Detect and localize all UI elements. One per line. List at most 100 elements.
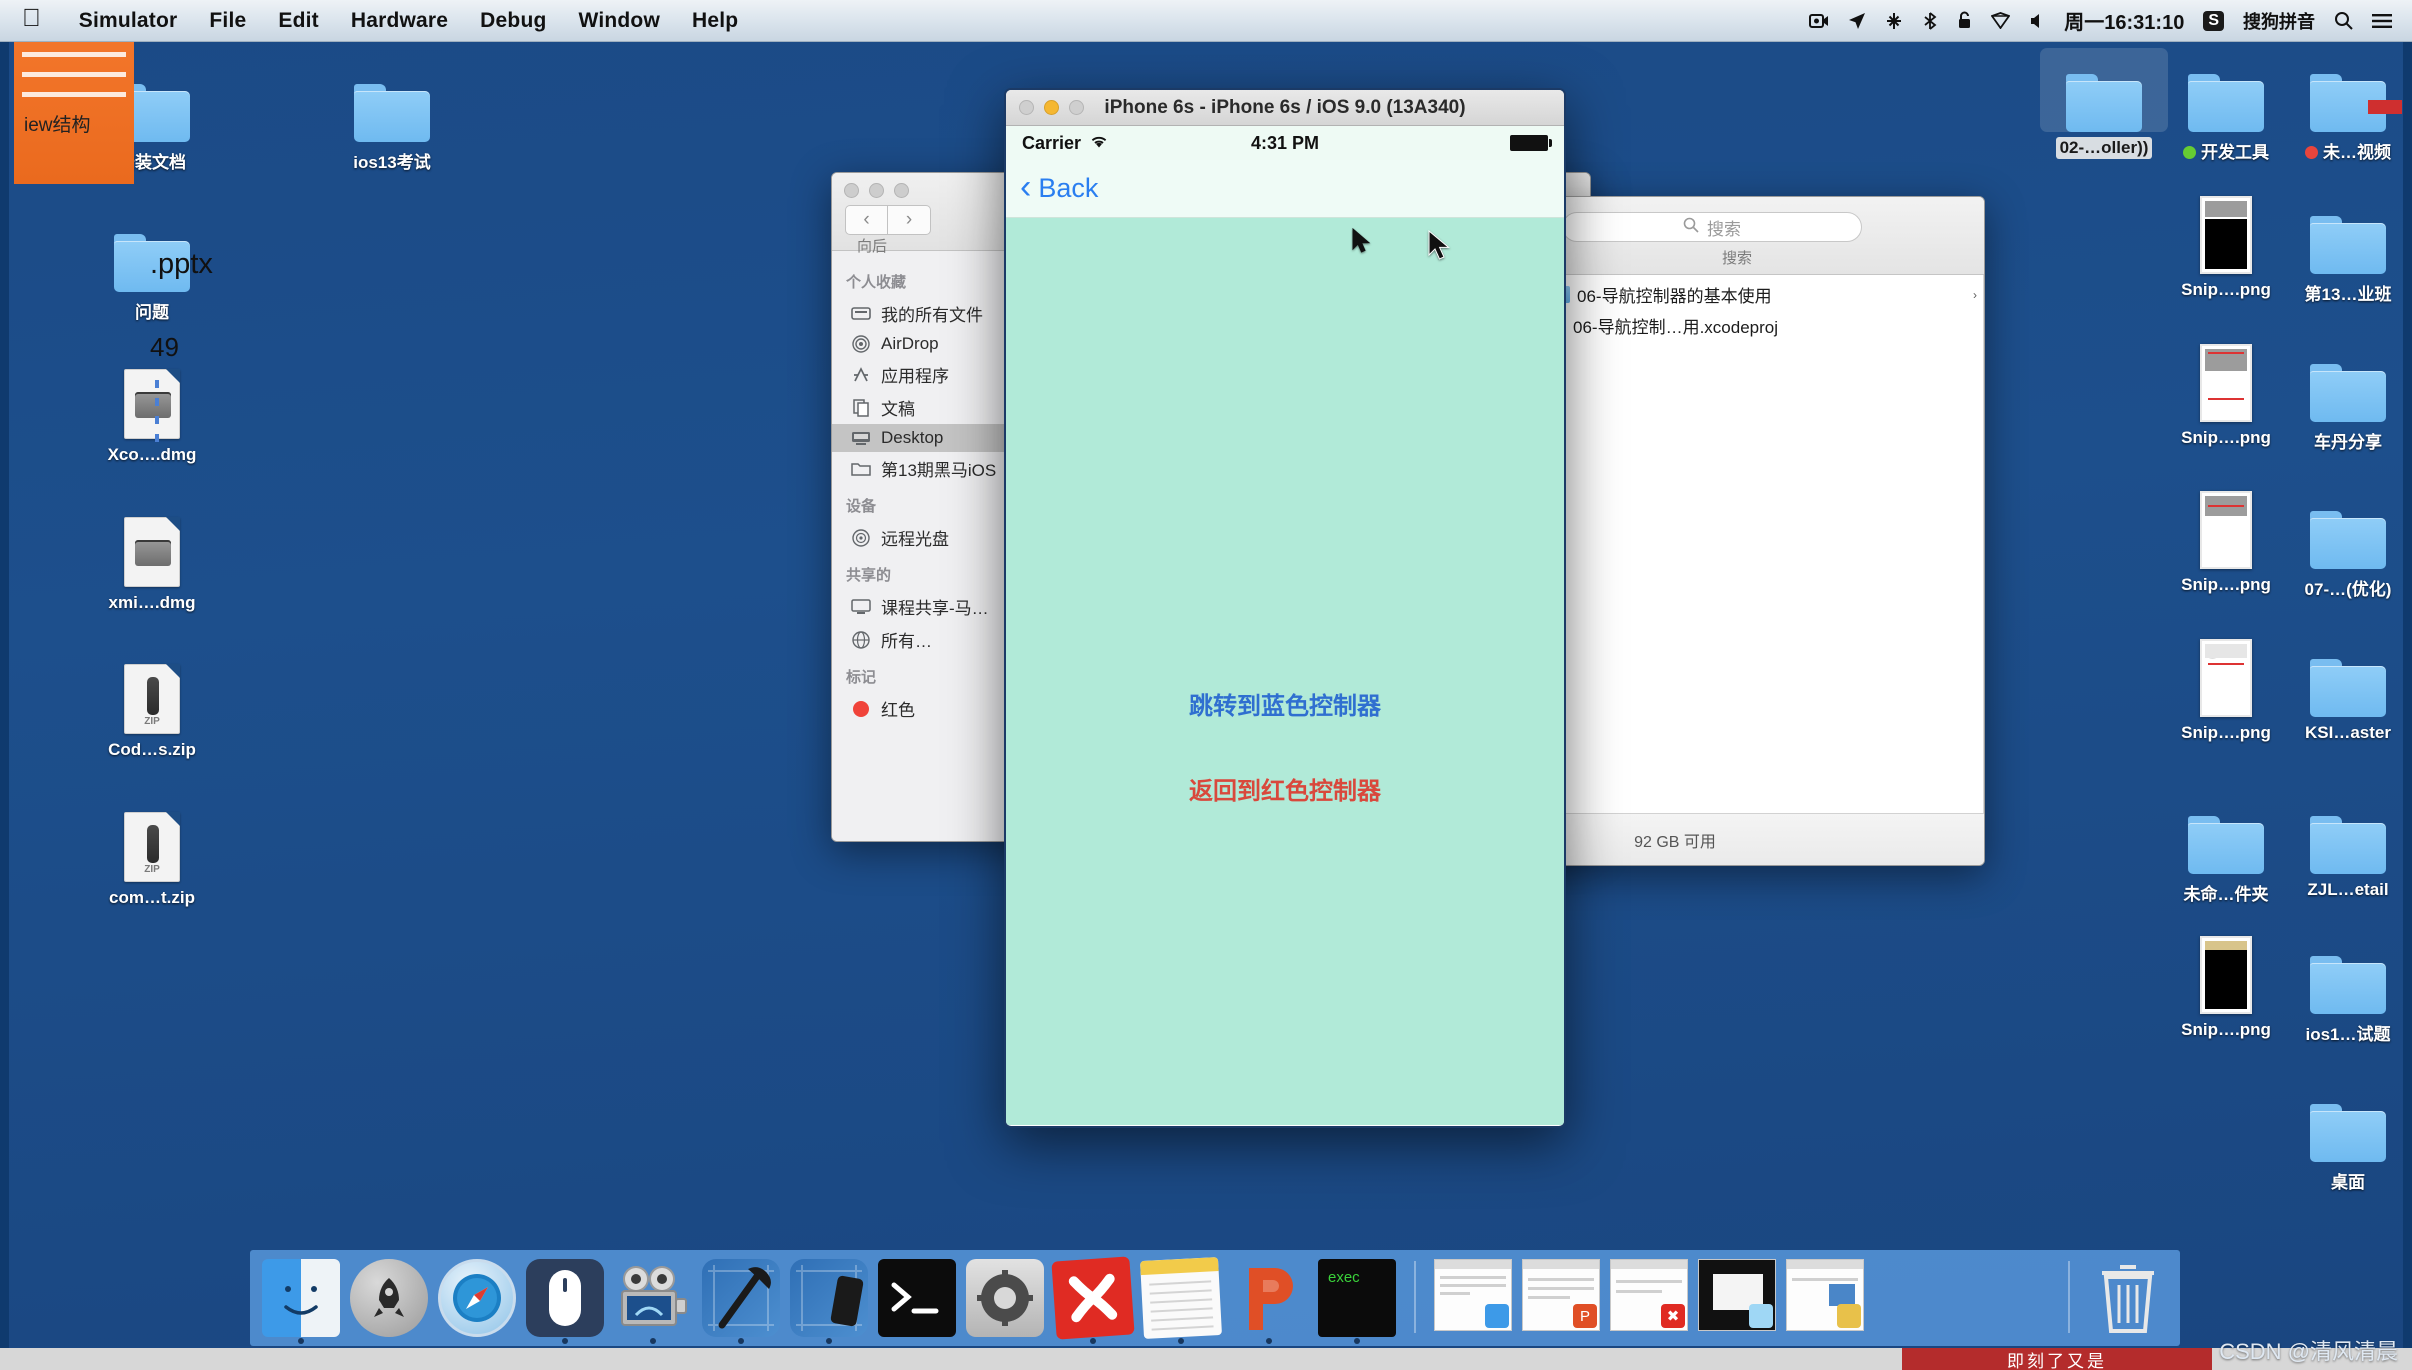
desktop-icon-screenshot[interactable]: Snip….png <box>2162 338 2290 454</box>
dock-item-trash[interactable] <box>2088 1257 2168 1337</box>
dock-item-terminal[interactable] <box>878 1259 956 1337</box>
folder-icon <box>328 58 456 142</box>
ios-app-screen[interactable]: 跳转到蓝色控制器 返回到红色控制器 <box>1006 218 1564 1125</box>
desktop-icon-folder[interactable]: 第13…业班 <box>2284 190 2412 311</box>
return-to-red-controller-button[interactable]: 返回到红色控制器 <box>1006 771 1564 806</box>
sidebar-item-label: AirDrop <box>881 334 939 353</box>
terminal-icon <box>878 1259 956 1337</box>
dropbox-icon[interactable] <box>1991 12 2011 29</box>
dock-minimized-finder[interactable] <box>1434 1259 1512 1337</box>
forward-button[interactable]: › <box>888 205 931 235</box>
jump-to-blue-controller-button[interactable]: 跳转到蓝色控制器 <box>1006 686 1564 721</box>
menu-item-simulator[interactable]: Simulator <box>63 9 194 33</box>
menu-item-hardware[interactable]: Hardware <box>335 9 464 33</box>
bluetooth-sync-icon[interactable] <box>1922 11 1938 30</box>
zoom-button[interactable] <box>894 183 909 198</box>
network-icon <box>850 630 872 649</box>
sidebar-section-favorites: 个人收藏 <box>846 274 907 291</box>
finder-column-right[interactable]: 06-导航控制器的基本使用 › 06-导航控制…用.xcodeproj <box>1538 275 1984 813</box>
red-banner-strip: 即刻了又是 <box>1902 1348 2212 1370</box>
ios-status-bar: Carrier 4:31 PM <box>1006 126 1564 160</box>
desktop-icon-folder[interactable]: 车丹分享 <box>2284 338 2412 459</box>
screen-record-icon[interactable] <box>1809 13 1829 29</box>
desktop-icon-folder[interactable]: ios1…试题 <box>2284 930 2412 1051</box>
desktop-icon-folder[interactable]: ZJL…etail <box>2284 790 2412 906</box>
simulator-window[interactable]: iPhone 6s - iPhone 6s / iOS 9.0 (13A340)… <box>1004 88 1566 1128</box>
dock-minimized-powerpoint[interactable]: P <box>1522 1259 1600 1337</box>
desktop-icon-screenshot[interactable]: Snip….png <box>2162 930 2290 1046</box>
desktop-icon-dmg[interactable]: Xco….dmg <box>88 355 216 471</box>
dock-item-simulator[interactable] <box>790 1259 868 1344</box>
minimize-button[interactable] <box>869 183 884 198</box>
dock-item-powerpoint[interactable] <box>1230 1259 1308 1344</box>
menu-item-help[interactable]: Help <box>676 9 754 33</box>
dock-item-mouse-app[interactable] <box>526 1259 604 1344</box>
zip-file-icon: ZIP <box>88 650 216 734</box>
desktop-icon-folder[interactable]: 未命…件夹 <box>2162 790 2290 911</box>
dock-item-safari[interactable] <box>438 1259 516 1337</box>
desktop-icon-folder-selected[interactable]: 02-…oller)) <box>2040 48 2168 164</box>
apple-icon[interactable]:  <box>22 6 41 31</box>
column-row-folder[interactable]: 06-导航控制器的基本使用 › <box>1538 279 1983 310</box>
lock-icon[interactable] <box>1957 11 1972 30</box>
dock-item-launchpad[interactable] <box>350 1259 428 1337</box>
dock-item-xmind[interactable] <box>1051 1256 1135 1344</box>
sidebar-item-course-folder[interactable]: 第13期黑马iOS <box>832 452 1017 485</box>
desktop-icon-dmg[interactable]: xmi….dmg <box>88 503 216 619</box>
sogou-ime-label[interactable]: 搜狗拼音 <box>2243 8 2315 34</box>
sidebar-item-desktop[interactable]: Desktop <box>832 424 1017 452</box>
desktop-icon-zip[interactable]: ZIP Cod…s.zip <box>88 650 216 766</box>
sidebar-item-all-my-files[interactable]: 我的所有文件 <box>832 297 1017 330</box>
desktop-icon-label: com…t.zip <box>109 888 195 907</box>
desktop-icon-screenshot[interactable]: Snip….png <box>2162 633 2290 749</box>
menu-item-file[interactable]: File <box>193 9 262 33</box>
dock-item-quicktime[interactable] <box>614 1259 692 1344</box>
dock-item-iterm[interactable]: exec <box>1318 1259 1396 1344</box>
airplay-icon[interactable] <box>1885 12 1903 30</box>
dock-item-finder[interactable] <box>262 1259 340 1344</box>
desktop-icon-folder[interactable]: ios13考试 <box>328 58 456 179</box>
menu-bar-clock[interactable]: 周一16:31:10 <box>2064 6 2184 35</box>
close-button[interactable] <box>844 183 859 198</box>
menu-item-window[interactable]: Window <box>563 9 677 33</box>
column-row-xcodeproj[interactable]: 06-导航控制…用.xcodeproj <box>1538 310 1983 341</box>
sidebar-item-shared-mac[interactable]: 课程共享-马… <box>832 590 1017 623</box>
desktop-icon-folder[interactable]: 桌面 <box>2284 1078 2412 1199</box>
desktop-icon-screenshot[interactable]: Snip….png <box>2162 190 2290 306</box>
sidebar-item-documents[interactable]: 文稿 <box>832 391 1017 424</box>
folder-icon <box>2284 338 2412 422</box>
simulator-title-bar[interactable]: iPhone 6s - iPhone 6s / iOS 9.0 (13A340) <box>1006 90 1564 126</box>
dock-item-notes[interactable] <box>1140 1257 1222 1344</box>
search-icon[interactable] <box>2334 11 2353 30</box>
sidebar-item-red-tag[interactable]: 红色 <box>832 692 1017 725</box>
desktop-icon-label: ios13考试 <box>353 153 431 172</box>
dock-minimized-quicktime[interactable] <box>1698 1259 1776 1337</box>
back-button[interactable]: ‹ <box>845 205 888 235</box>
location-icon[interactable] <box>1848 12 1866 30</box>
desktop-icon-folder[interactable]: 开发工具 <box>2162 48 2290 169</box>
volume-icon[interactable] <box>2029 13 2045 29</box>
chevron-left-icon: ‹ <box>1020 167 1032 206</box>
menu-item-debug[interactable]: Debug <box>464 9 562 33</box>
dock-minimized-keynote[interactable] <box>1786 1259 1864 1337</box>
desktop-icon-folder[interactable]: 07-…(优化) <box>2284 485 2412 606</box>
zip-file-icon: ZIP <box>88 798 216 882</box>
folder-icon <box>850 460 872 478</box>
sidebar-item-remote-disc[interactable]: 远程光盘 <box>832 521 1017 554</box>
desktop-icon-screenshot[interactable]: Snip….png <box>2162 485 2290 601</box>
menu-item-edit[interactable]: Edit <box>262 9 334 33</box>
dock-minimized-xmind[interactable]: ✖ <box>1610 1259 1688 1337</box>
sogou-ime-icon[interactable]: S <box>2203 10 2224 31</box>
sidebar-item-all-network[interactable]: 所有… <box>832 623 1017 656</box>
search-input[interactable]: 搜索 <box>1562 212 1862 242</box>
dock-item-system-preferences[interactable] <box>966 1259 1044 1337</box>
sidebar-item-airdrop[interactable]: AirDrop <box>832 330 1017 358</box>
sidebar-item-label: 应用程序 <box>881 367 949 386</box>
desktop-icon-folder[interactable]: KSI…aster <box>2284 633 2412 749</box>
desktop-icon-label: 车丹分享 <box>2314 433 2382 452</box>
desktop-icon-zip[interactable]: ZIP com…t.zip <box>88 798 216 914</box>
ios-back-button[interactable]: ‹ Back <box>1020 167 1098 206</box>
sidebar-item-applications[interactable]: 应用程序 <box>832 358 1017 391</box>
notification-center-icon[interactable] <box>2372 13 2392 29</box>
dock-item-xcode[interactable] <box>702 1259 780 1344</box>
